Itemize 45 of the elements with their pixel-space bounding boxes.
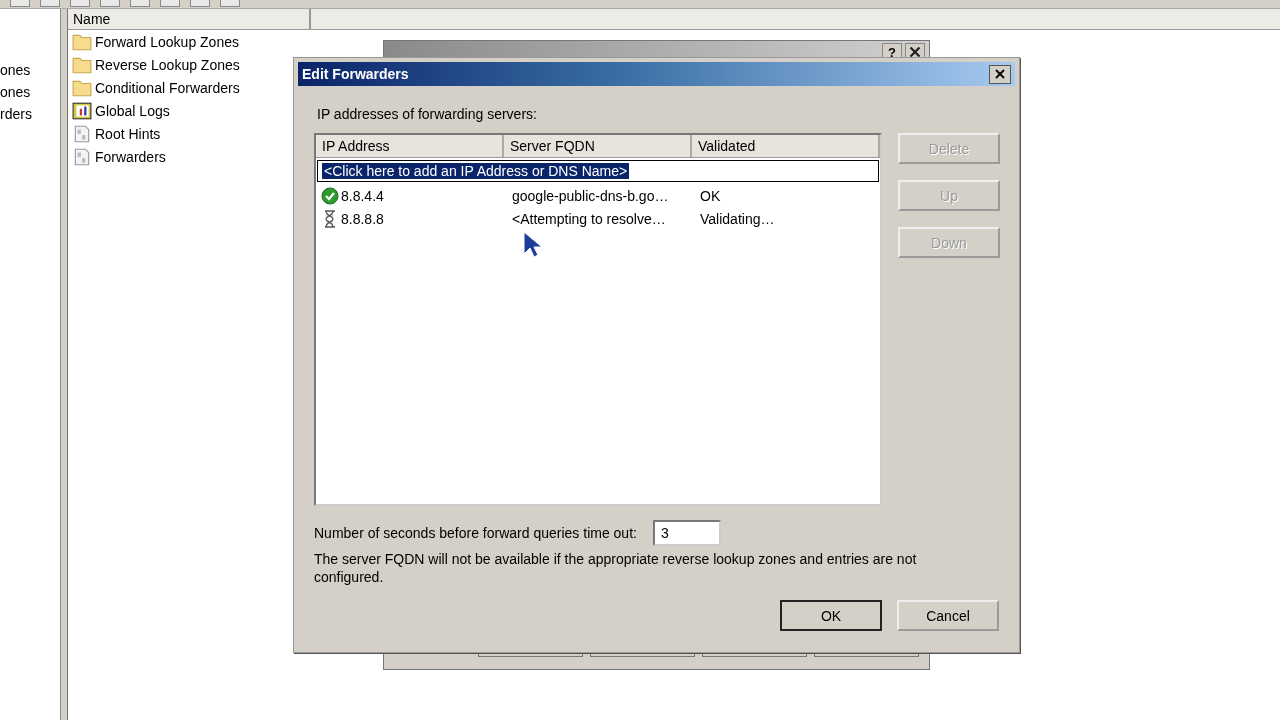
folder-icon [72, 32, 92, 51]
column-header[interactable]: Name [68, 9, 311, 29]
toolbar-icon[interactable] [160, 0, 180, 7]
table-cell-text: <Attempting to resolve… [511, 210, 667, 227]
list-label: IP addresses of forwarding servers: [317, 106, 538, 122]
list-item[interactable]: Forward Lookup Zones [95, 33, 239, 50]
cursor-icon [522, 230, 542, 260]
list-item[interactable]: Global Logs [95, 102, 170, 119]
folder-icon [72, 78, 92, 97]
timeout-label: Number of seconds before forward queries time out: [314, 525, 637, 541]
check-icon [321, 186, 339, 205]
document-icon [72, 147, 92, 166]
add-entry-field[interactable]: <Click here to add an IP Address or DNS Name> [317, 160, 879, 182]
table-cell-text: Validating… [699, 210, 776, 227]
column-header[interactable]: IP Address [316, 135, 504, 157]
note-text: The server FQDN will not be available if the appropriate reverse lookup zones and entries are not configured. [314, 550, 918, 586]
toolbar-icon[interactable] [40, 0, 60, 7]
column-header[interactable]: Server FQDN [504, 135, 692, 157]
log-book-icon [72, 101, 92, 120]
toolbar-icon[interactable] [10, 0, 30, 7]
list-item[interactable]: Conditional Forwarders [95, 79, 240, 96]
column-header[interactable]: Validated [692, 135, 880, 157]
toolbar-icon[interactable] [100, 0, 120, 7]
table-cell-text: google-public-dns-b.go… [511, 187, 670, 204]
document-icon [72, 124, 92, 143]
toolbar-icon[interactable] [190, 0, 210, 7]
list-item[interactable]: Root Hints [95, 125, 161, 142]
timeout-field[interactable]: 3 [652, 520, 721, 546]
table-cell: 8.8.4.4 [341, 187, 384, 204]
tree-item[interactable]: ones [0, 59, 60, 81]
close-icon [994, 68, 1006, 80]
close-button[interactable] [989, 64, 1011, 84]
toolbar-icon[interactable] [220, 0, 240, 7]
list-item[interactable]: Forwarders [95, 148, 166, 165]
tree-item[interactable]: ones [0, 81, 60, 103]
toolbar-icon[interactable] [70, 0, 90, 7]
table-cell-text: OK [699, 187, 722, 204]
table-cell: 8.8.8.8 [341, 210, 384, 227]
window-title: Edit Forwarders [302, 66, 409, 82]
dialog-button[interactable]: Cancel [897, 600, 999, 631]
folder-icon [72, 55, 92, 74]
list-item[interactable]: Reverse Lookup Zones [95, 56, 240, 73]
tree-item[interactable]: rders [0, 103, 60, 125]
dialog-button[interactable]: OK [780, 600, 882, 631]
toolbar-icon[interactable] [130, 0, 150, 7]
